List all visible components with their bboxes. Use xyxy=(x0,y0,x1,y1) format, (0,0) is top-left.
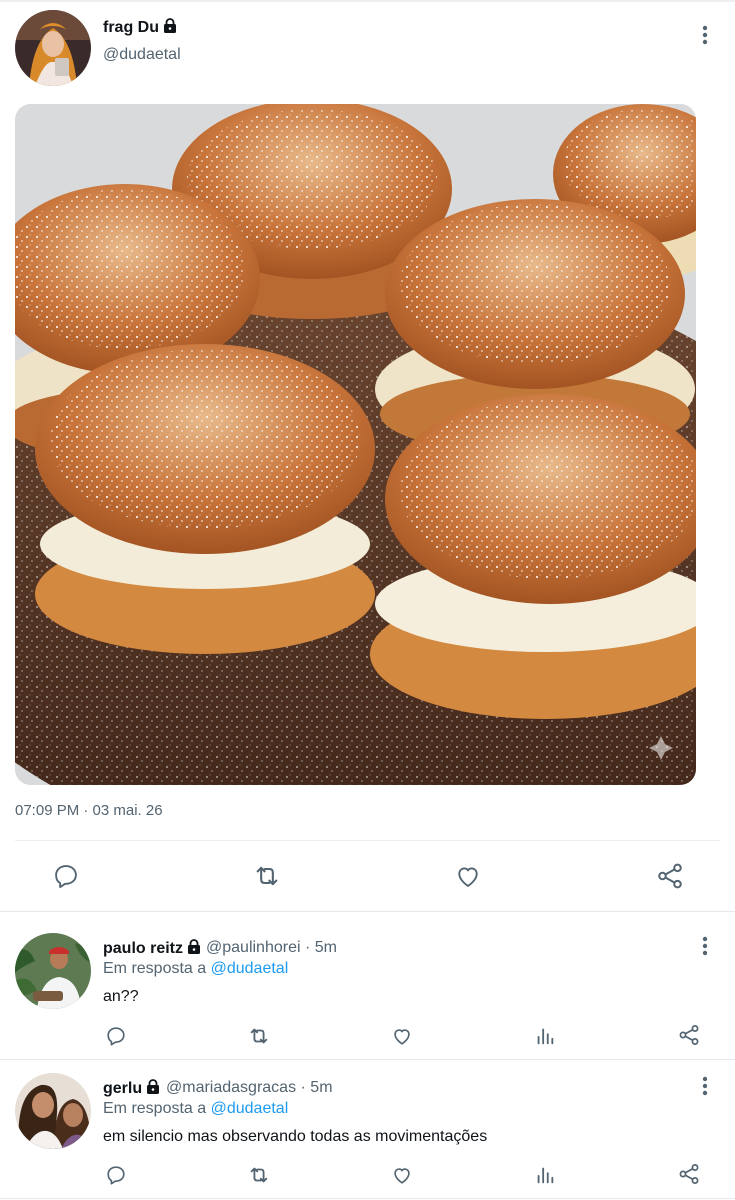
reply-author-name[interactable]: gerlu xyxy=(103,1079,160,1099)
reply-time: · 5m xyxy=(304,939,337,956)
reply-button[interactable] xyxy=(103,1162,129,1188)
reply-avatar[interactable] xyxy=(15,1073,91,1149)
divider xyxy=(0,911,735,912)
share-button[interactable] xyxy=(676,1022,702,1048)
retweet-button[interactable] xyxy=(245,1023,273,1049)
analytics-icon xyxy=(537,1167,554,1184)
reply-button[interactable] xyxy=(50,860,82,892)
tweet-timestamp[interactable]: 07:09 PM · 03 mai. 26 xyxy=(15,802,163,819)
analytics-button[interactable] xyxy=(532,1023,558,1049)
reply-icon xyxy=(107,1027,125,1046)
reply-author-handle[interactable]: @paulinhorei · 5m xyxy=(206,939,337,957)
divider xyxy=(15,840,720,841)
lock-icon xyxy=(187,939,201,959)
replying-to: Em resposta a @dudaetal xyxy=(103,960,288,978)
reply-author-handle[interactable]: @mariadasgracas · 5m xyxy=(166,1079,333,1097)
share-icon xyxy=(679,1025,699,1045)
reply-text: an?? xyxy=(103,988,139,1005)
reply-text: em silencio mas observando todas as movi… xyxy=(103,1128,488,1145)
heart-icon xyxy=(394,1168,410,1184)
more-options-icon[interactable] xyxy=(693,23,717,47)
share-button[interactable] xyxy=(676,1161,702,1187)
reply-icon xyxy=(55,865,77,889)
like-button[interactable] xyxy=(389,1162,415,1188)
replying-to-label: Em resposta a xyxy=(103,960,207,977)
reply-handle-text[interactable]: @paulinhorei xyxy=(206,939,301,956)
reply-name-text[interactable]: paulo reitz xyxy=(103,940,183,957)
more-options-icon[interactable] xyxy=(693,1074,717,1098)
divider xyxy=(0,1059,735,1060)
analytics-icon xyxy=(537,1028,554,1045)
share-icon xyxy=(679,1164,699,1184)
reply-author-name[interactable]: paulo reitz xyxy=(103,939,201,959)
like-button[interactable] xyxy=(389,1023,415,1049)
author-avatar[interactable] xyxy=(15,10,91,86)
retweet-icon xyxy=(250,1028,268,1044)
reply-time: · 5m xyxy=(300,1079,333,1096)
replying-to: Em resposta a @dudaetal xyxy=(103,1100,288,1118)
lock-icon xyxy=(146,1079,160,1099)
top-divider xyxy=(0,0,735,2)
heart-icon xyxy=(458,867,478,887)
heart-icon xyxy=(394,1029,410,1045)
reply-handle-text[interactable]: @mariadasgracas xyxy=(166,1079,296,1096)
reply-icon xyxy=(107,1166,125,1185)
tweet-media-image[interactable] xyxy=(15,104,696,785)
more-options-icon[interactable] xyxy=(693,934,717,958)
retweet-icon xyxy=(256,866,278,886)
retweet-button[interactable] xyxy=(250,860,284,892)
replying-to-label: Em resposta a xyxy=(103,1100,207,1117)
like-button[interactable] xyxy=(452,860,484,892)
share-icon xyxy=(658,863,682,889)
divider xyxy=(0,1198,735,1199)
reply-name-text[interactable]: gerlu xyxy=(103,1080,142,1097)
mention-link[interactable]: @dudaetal xyxy=(211,960,289,977)
share-button[interactable] xyxy=(654,860,686,892)
retweet-button[interactable] xyxy=(245,1162,273,1188)
author-name[interactable]: frag Du xyxy=(103,18,177,38)
reply-button[interactable] xyxy=(103,1023,129,1049)
retweet-icon xyxy=(250,1167,268,1183)
reply-avatar[interactable] xyxy=(15,933,91,1009)
mention-link[interactable]: @dudaetal xyxy=(211,1100,289,1117)
lock-icon xyxy=(163,18,177,38)
author-handle[interactable]: @dudaetal xyxy=(103,46,181,64)
author-name-text[interactable]: frag Du xyxy=(103,19,159,36)
analytics-button[interactable] xyxy=(532,1162,558,1188)
